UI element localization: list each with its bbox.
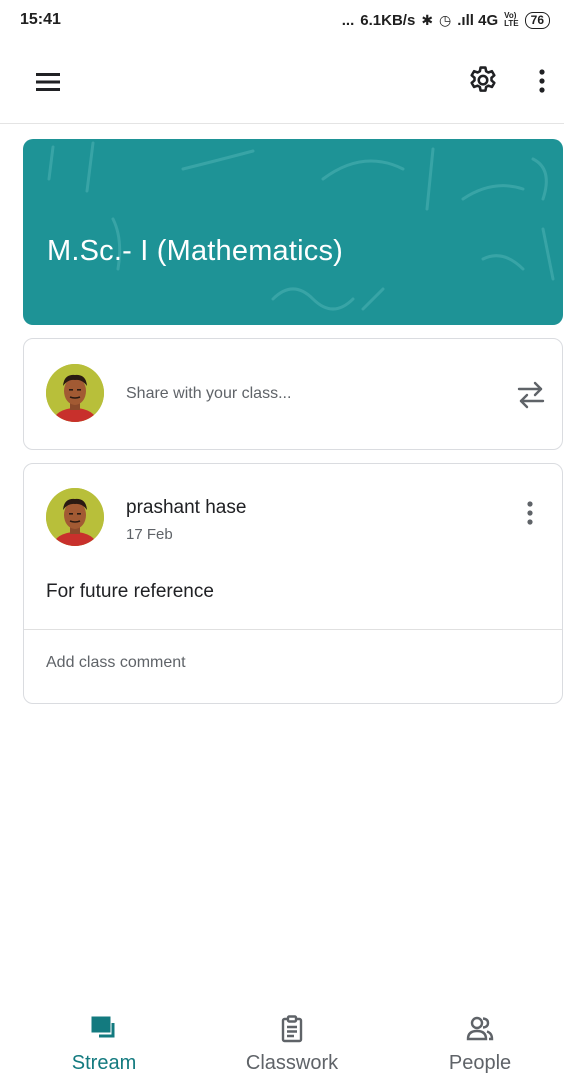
user-avatar-icon (46, 364, 104, 422)
menu-button[interactable] (34, 68, 62, 96)
post-more-button[interactable] (518, 496, 542, 530)
repost-icon (517, 381, 545, 409)
gear-icon (470, 66, 496, 92)
battery-indicator: 76 (524, 11, 550, 29)
stream-icon (91, 1016, 115, 1038)
class-banner[interactable]: M.Sc.- I (Mathematics) (23, 139, 563, 325)
repost-button[interactable] (514, 375, 548, 415)
share-input[interactable]: Share with your class... (126, 385, 291, 403)
nav-stream[interactable]: Stream (10, 1000, 198, 1081)
status-time: 15:41 (20, 11, 61, 28)
volte-bottom: LTE (504, 19, 519, 28)
avatar (46, 364, 104, 422)
alarm-icon: ◷ (439, 11, 452, 28)
add-comment-input[interactable]: Add class comment (46, 654, 186, 672)
network-speed: 6.1KB/s (360, 11, 416, 29)
status-indicators: ... 6.1KB/s ✱ ◷ .ıll 4G Vo) LTE 76 (341, 11, 550, 29)
nav-classwork[interactable]: Classwork (198, 1000, 386, 1081)
more-options-button[interactable] (530, 64, 554, 98)
chalkboard-decoration (47, 141, 555, 311)
more-vert-icon (539, 69, 545, 93)
volte-indicator: Vo) LTE (504, 12, 519, 28)
settings-button[interactable] (466, 64, 500, 98)
bottom-navigation: Stream Classwork People (0, 1000, 564, 1081)
people-icon (466, 1016, 494, 1041)
nav-classwork-label: Classwork (245, 1052, 339, 1074)
more-vert-icon (527, 501, 533, 525)
post-author-name[interactable]: prashant hase (126, 497, 246, 519)
post-divider (24, 629, 562, 630)
share-card[interactable]: Share with your class... (23, 338, 563, 450)
hamburger-menu-icon (36, 73, 60, 91)
signal-indicator: .ıll 4G (457, 11, 499, 29)
post-date: 17 Feb (126, 526, 173, 543)
nav-people-label: People (448, 1052, 512, 1074)
author-avatar[interactable] (46, 488, 104, 546)
status-bar: 15:41 ... 6.1KB/s ✱ ◷ .ıll 4G Vo) LTE 76 (0, 0, 564, 40)
bluetooth-icon: ✱ (421, 11, 434, 28)
post-card: prashant hase 17 Feb For future referenc… (23, 463, 563, 704)
nav-stream-label: Stream (71, 1052, 137, 1074)
app-bar (0, 40, 564, 124)
status-dots: ... (341, 11, 355, 29)
nav-people[interactable]: People (386, 1000, 564, 1081)
class-title: M.Sc.- I (Mathematics) (47, 235, 344, 267)
clipboard-icon (281, 1015, 303, 1043)
post-body: For future reference (46, 581, 214, 602)
user-avatar-icon (46, 488, 104, 546)
